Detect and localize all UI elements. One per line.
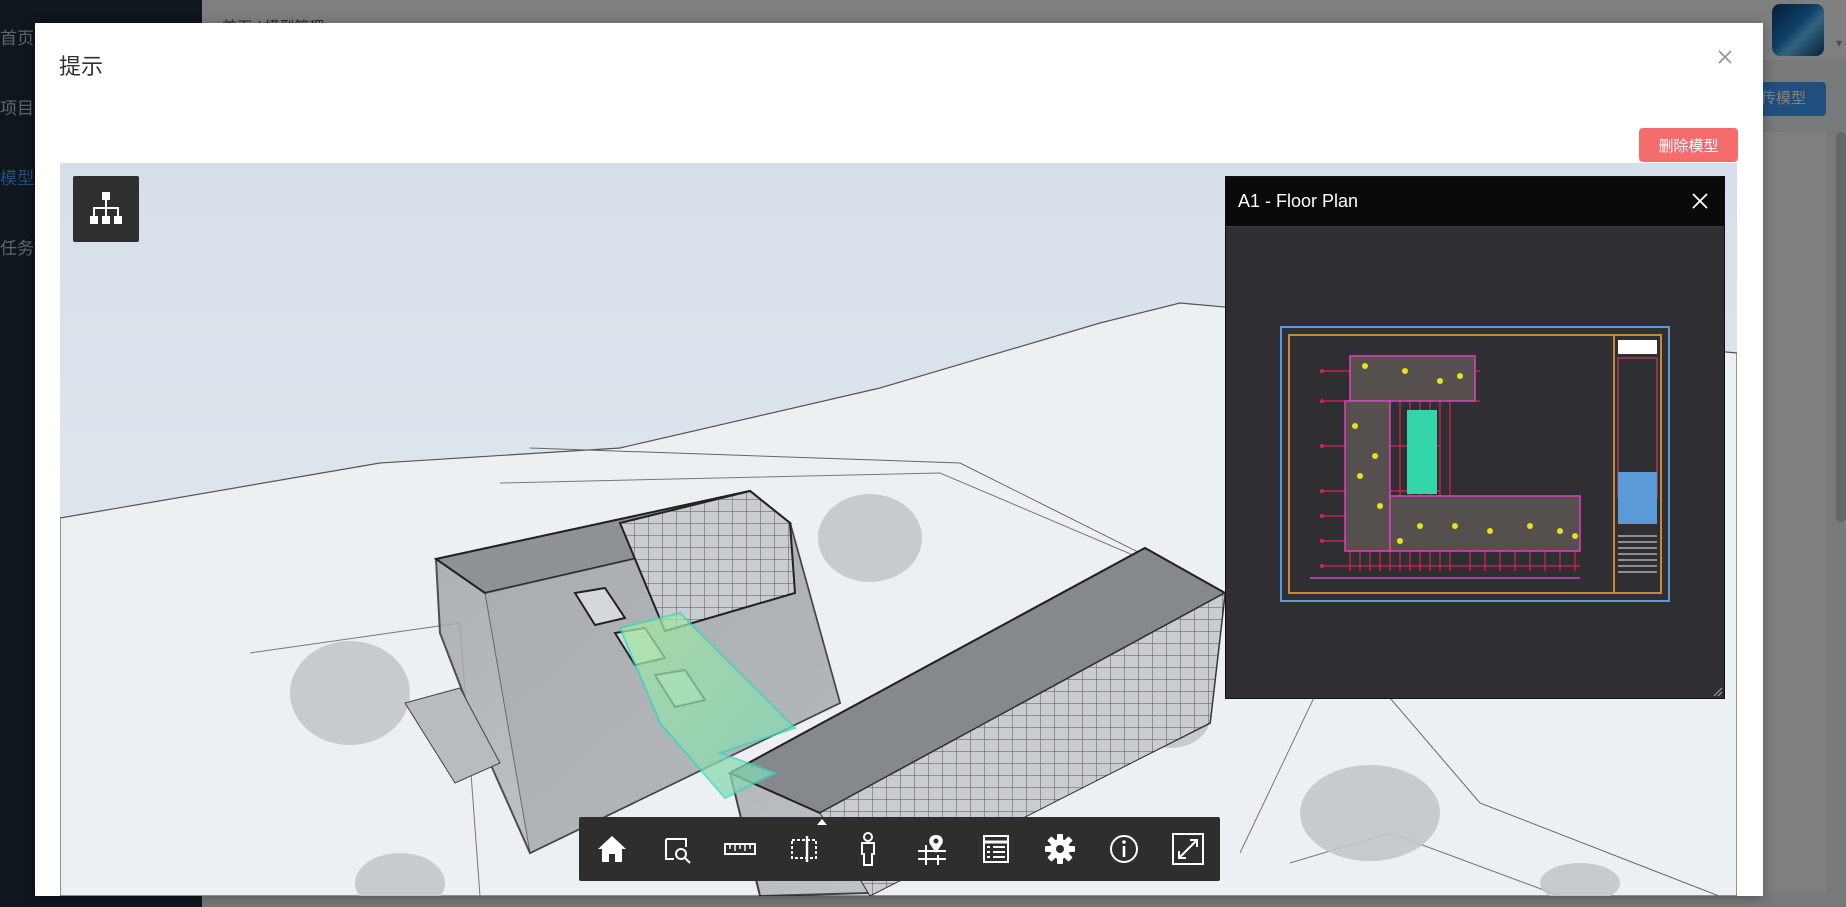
floor-plan-title: A1 - Floor Plan bbox=[1238, 191, 1359, 211]
delete-model-button[interactable]: 删除模型 bbox=[1639, 128, 1738, 162]
close-icon[interactable] bbox=[1713, 45, 1737, 69]
close-icon[interactable] bbox=[1688, 189, 1712, 213]
hierarchy-icon bbox=[90, 192, 122, 224]
location-icon bbox=[918, 835, 946, 865]
measure-button[interactable] bbox=[716, 825, 764, 873]
list-icon bbox=[983, 835, 1009, 863]
settings-button[interactable] bbox=[1036, 825, 1084, 873]
info-button[interactable] bbox=[1100, 825, 1148, 873]
fullscreen-icon bbox=[1172, 833, 1204, 865]
zoom-window-icon bbox=[665, 838, 691, 864]
model-viewer[interactable]: A1 - Floor Plan bbox=[60, 163, 1737, 896]
properties-button[interactable] bbox=[972, 825, 1020, 873]
section-box-icon bbox=[791, 836, 817, 862]
section-button[interactable] bbox=[780, 825, 828, 873]
viewer-toolbar bbox=[579, 817, 1220, 881]
floor-plan-panel[interactable]: A1 - Floor Plan bbox=[1225, 176, 1725, 699]
floor-plan-header[interactable]: A1 - Floor Plan bbox=[1226, 177, 1724, 227]
resize-handle-icon[interactable] bbox=[1712, 686, 1722, 696]
floor-plan-drawing[interactable] bbox=[1280, 326, 1670, 602]
first-person-button[interactable] bbox=[844, 825, 892, 873]
person-icon bbox=[861, 832, 875, 866]
model-browser-button[interactable] bbox=[73, 176, 139, 242]
home-icon bbox=[598, 836, 626, 862]
zoom-window-button[interactable] bbox=[652, 825, 700, 873]
fullscreen-button[interactable] bbox=[1164, 825, 1212, 873]
home-button[interactable] bbox=[588, 825, 636, 873]
gear-icon bbox=[1045, 834, 1075, 864]
dialog-title: 提示 bbox=[59, 54, 104, 79]
explode-button[interactable] bbox=[908, 825, 956, 873]
dialog: 提示 删除模型 A1 - Floor Plan bbox=[35, 23, 1763, 896]
ruler-icon bbox=[724, 843, 756, 855]
info-icon bbox=[1110, 835, 1138, 863]
